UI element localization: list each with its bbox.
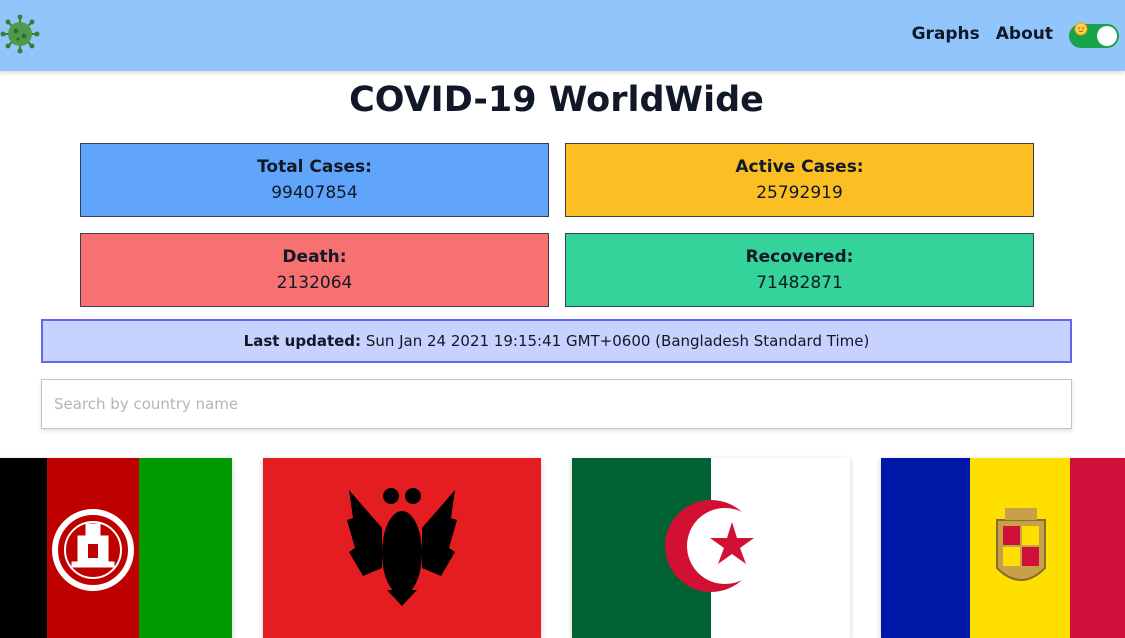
albania-flag-icon xyxy=(263,458,541,638)
algeria-flag-icon xyxy=(572,458,850,638)
country-card-andorra[interactable] xyxy=(881,458,1125,638)
search-input[interactable] xyxy=(41,379,1072,429)
theme-toggle[interactable] xyxy=(1069,22,1119,48)
nav-link-about[interactable]: About xyxy=(996,24,1053,44)
last-updated-value: Sun Jan 24 2021 19:15:41 GMT+0600 (Bangl… xyxy=(365,332,870,350)
total-cases-value: 99407854 xyxy=(271,183,358,203)
total-cases-label: Total Cases: xyxy=(257,157,372,177)
recovered-value: 71482871 xyxy=(756,273,843,293)
death-value: 2132064 xyxy=(276,273,353,293)
sun-icon xyxy=(1074,22,1088,36)
navbar: Graphs About xyxy=(0,0,1125,71)
afghanistan-flag-icon xyxy=(0,458,232,638)
active-cases-value: 25792919 xyxy=(756,183,843,203)
virus-icon[interactable] xyxy=(0,14,40,54)
recovered-label: Recovered: xyxy=(745,247,854,267)
active-cases-card: Active Cases: 25792919 xyxy=(565,143,1034,217)
country-card-afghanistan[interactable] xyxy=(0,458,232,638)
recovered-card: Recovered: 71482871 xyxy=(565,233,1034,307)
page-title: COVID-19 WorldWide xyxy=(349,80,764,120)
last-updated-banner: Last updated: Sun Jan 24 2021 19:15:41 G… xyxy=(41,319,1072,363)
active-cases-label: Active Cases: xyxy=(735,157,864,177)
nav-link-graphs[interactable]: Graphs xyxy=(912,24,980,44)
death-label: Death: xyxy=(282,247,347,267)
last-updated-label: Last updated: xyxy=(243,332,362,350)
andorra-flag-icon xyxy=(881,458,1125,638)
total-cases-card: Total Cases: 99407854 xyxy=(80,143,549,217)
death-card: Death: 2132064 xyxy=(80,233,549,307)
toggle-knob xyxy=(1097,26,1117,46)
country-card-algeria[interactable] xyxy=(572,458,850,638)
country-card-albania[interactable] xyxy=(263,458,541,638)
